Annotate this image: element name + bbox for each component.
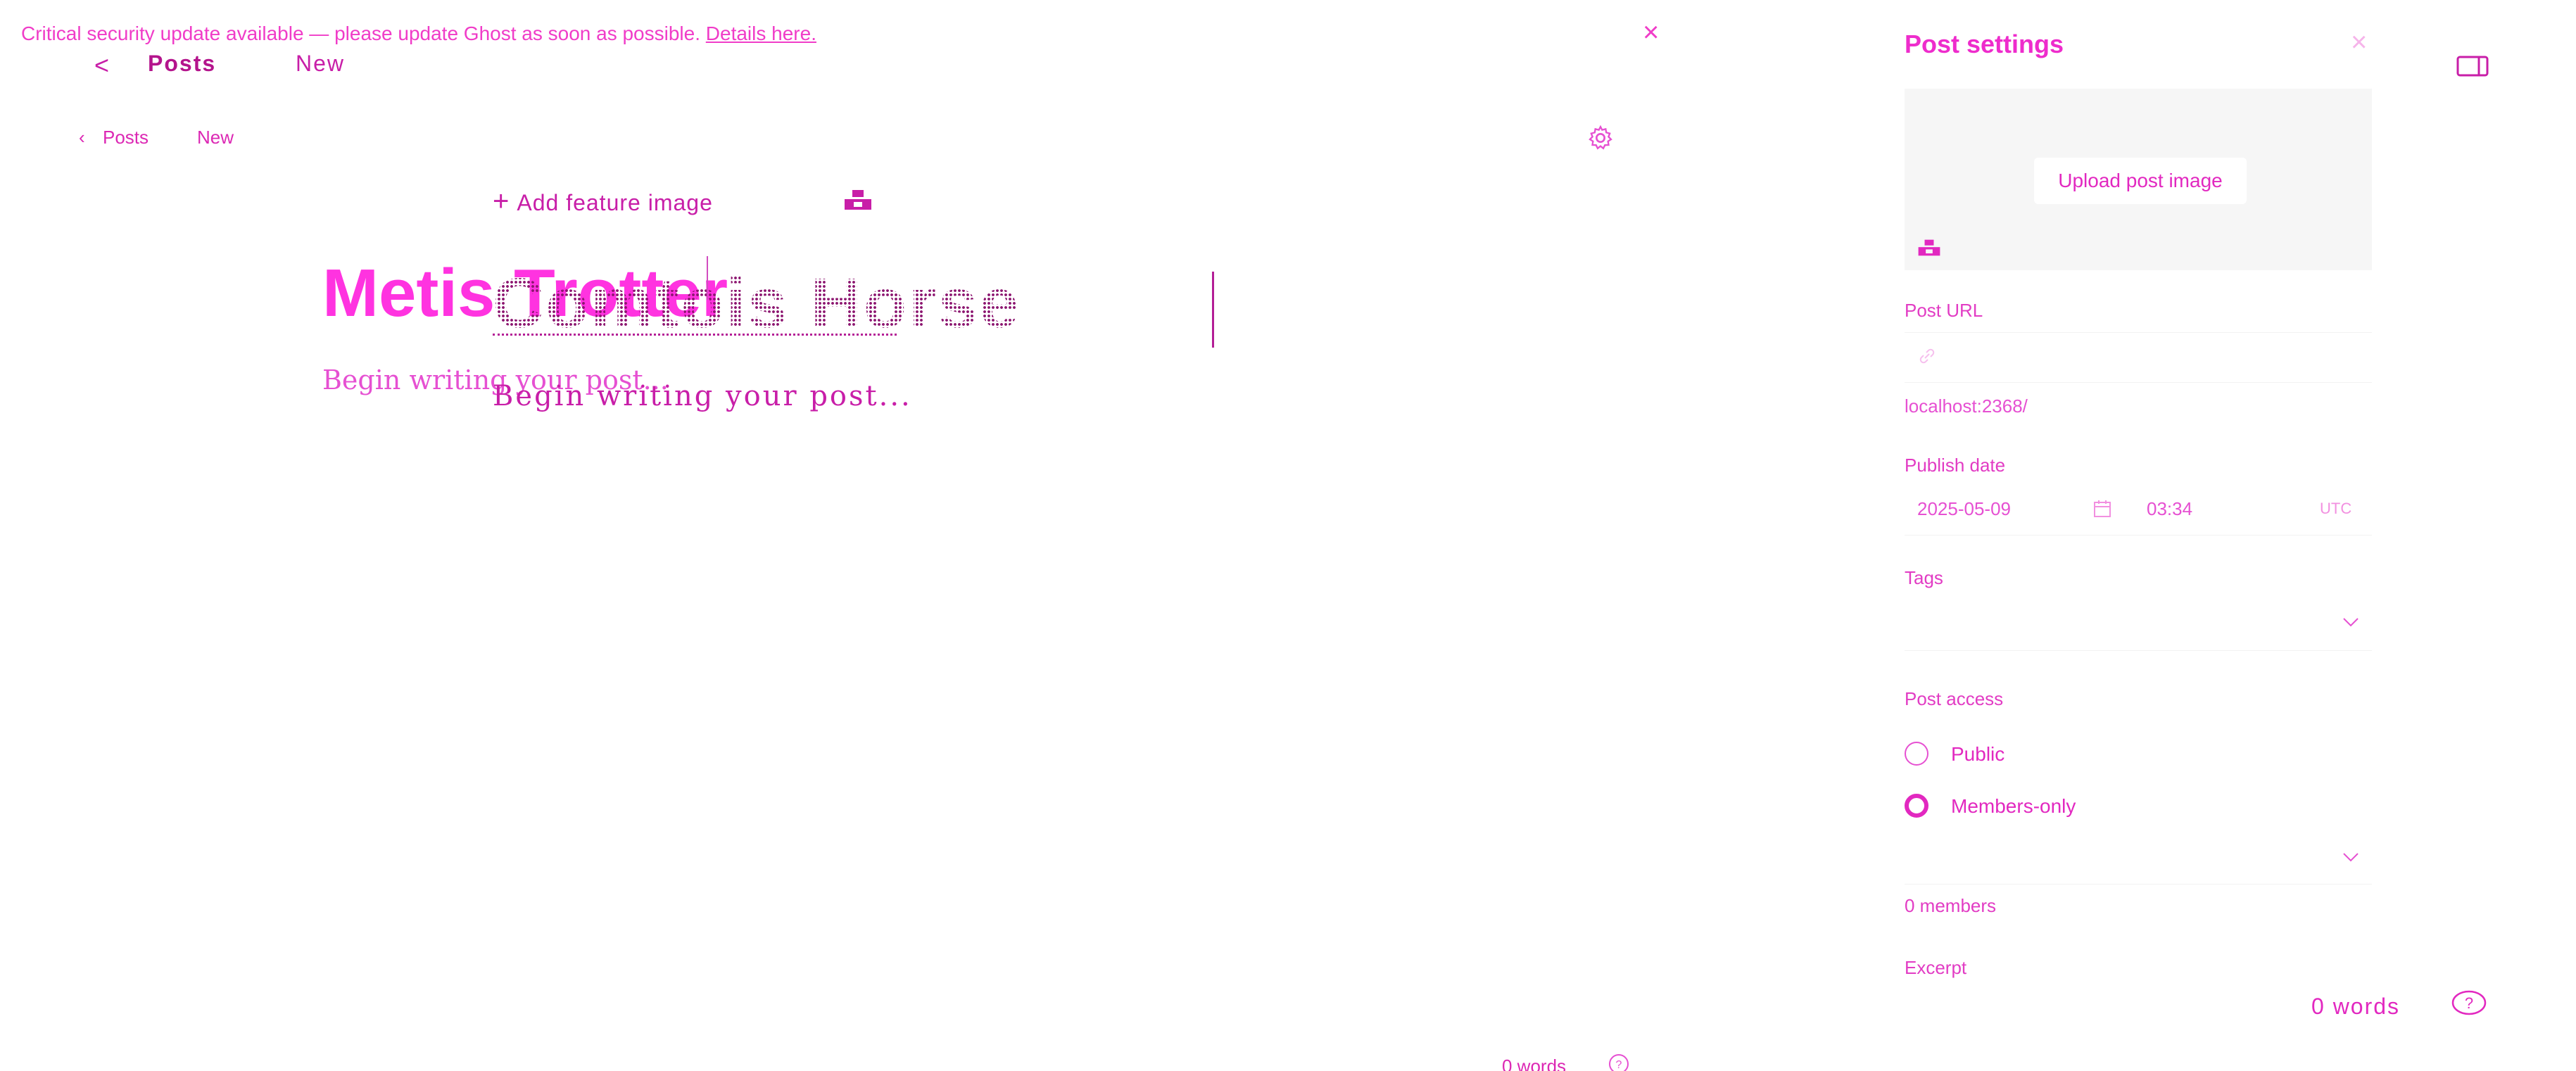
banner-close-icon[interactable]: × [1643,18,1659,46]
word-count-bottom: 0 words [1502,1056,1567,1071]
gear-icon[interactable] [1586,124,1615,152]
post-settings-title: Post settings [1905,30,2064,58]
svg-text:?: ? [1616,1059,1622,1071]
back-chevron-icon[interactable]: ‹ [79,127,85,148]
members-only-radio[interactable] [1905,794,1928,818]
post-status-label-ghost: New [197,127,234,148]
text-caret [1212,272,1214,348]
public-radio[interactable] [1905,742,1928,766]
help-icon[interactable]: ? [2451,989,2487,1016]
security-banner: Critical security update available — ple… [21,23,816,45]
svg-text:?: ? [2465,994,2473,1012]
link-icon [1919,348,1935,364]
back-icon[interactable]: < [94,51,111,80]
members-count: 0 members [1905,895,1997,916]
post-title-input[interactable]: Comtois Horse [493,263,1021,344]
calendar-icon[interactable] [2092,498,2113,519]
chevron-down-icon[interactable] [2341,615,2361,629]
word-count: 0 words [2311,994,2401,1019]
editor-screen: Critical security update available — ple… [0,0,2576,1071]
publish-date-label: Publish date [1905,455,2006,476]
publish-date-input[interactable]: 2025-05-09 [1917,498,2011,520]
chevron-down-icon[interactable] [2341,850,2361,864]
help-icon-bottom[interactable]: ? [1608,1053,1630,1071]
excerpt-label: Excerpt [1905,957,1967,978]
add-feature-image-label: Add feature image [517,190,713,215]
post-url-hint: localhost:2368/ [1905,395,2028,417]
title-spellcheck-underline [493,334,897,336]
public-radio-label[interactable]: Public [1951,743,2004,766]
post-url-label: Post URL [1905,300,1983,321]
text-caret-ghost [707,256,708,300]
members-only-radio-label[interactable]: Members-only [1951,795,2076,818]
post-url-input[interactable] [1905,332,2372,383]
sidebar-toggle-icon[interactable] [2456,55,2489,77]
banner-details-link[interactable]: Details here. [706,23,816,44]
settings-close-icon[interactable]: × [2351,28,2367,56]
timezone-label: UTC [2320,500,2352,517]
breadcrumb-posts-link-ghost[interactable]: Posts [103,127,149,148]
post-access-label: Post access [1905,688,2004,709]
tags-input[interactable] [1905,598,2372,651]
unsplash-icon-panel[interactable] [1917,238,1941,258]
post-body-editor[interactable]: Begin writing your post... [493,380,912,412]
tier-select[interactable] [1905,830,2372,885]
plus-icon: + [493,186,510,217]
breadcrumb-posts-link[interactable]: Posts [148,51,216,77]
unsplash-icon[interactable] [843,189,873,211]
add-feature-image-button[interactable]: + Add feature image [493,186,713,217]
publish-time-input[interactable]: 03:34 [2147,498,2192,520]
upload-post-image-button[interactable]: Upload post image [2034,158,2247,204]
post-status-label: New [296,51,346,76]
banner-message: Critical security update available — ple… [21,23,700,44]
tags-label: Tags [1905,567,1943,588]
